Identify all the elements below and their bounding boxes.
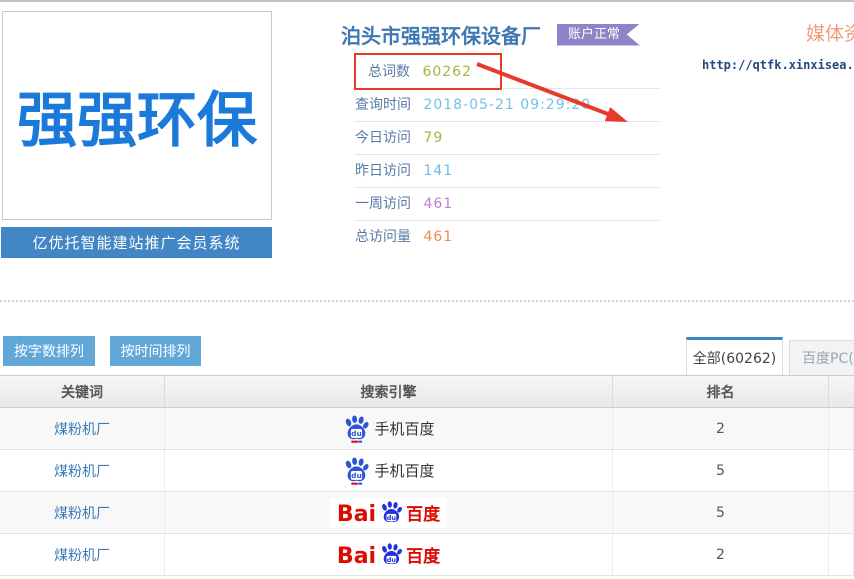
rank-value: 5 xyxy=(613,450,829,491)
company-header: 泊头市强强环保设备厂 账户正常 xyxy=(341,20,640,49)
tab-baidu-pc[interactable]: 百度PC(30 xyxy=(789,340,854,375)
engine-name: 手机百度 xyxy=(374,460,434,481)
baidu-logo-icon: Bai du 百度 xyxy=(330,540,447,570)
member-system-label: 亿优托智能建站推广会员系统 xyxy=(32,232,240,253)
company-logo-text: 强强环保 xyxy=(17,72,257,159)
stat-label: 查询时间 xyxy=(355,89,419,121)
stat-value: 461 xyxy=(423,196,453,212)
stat-label: 总词数 xyxy=(368,56,418,88)
stats-panel: 总词数 60262 查询时间 2018-05-21 09:29:20 今日访问 … xyxy=(355,56,660,253)
sort-by-words-button[interactable]: 按字数排列 xyxy=(3,336,95,366)
baidu-mobile-icon: du xyxy=(342,456,370,486)
baidu-paw-icon: du xyxy=(378,542,404,568)
search-engine-cell: Bai du 百度 xyxy=(165,534,613,575)
account-status-badge: 账户正常 xyxy=(557,24,640,46)
stat-label: 一周访问 xyxy=(355,188,419,220)
baidu-logo-icon: Bai du 百度 xyxy=(330,498,447,528)
page-top-border xyxy=(0,0,854,2)
stat-value: 2018-05-21 09:29:20 xyxy=(423,97,591,113)
stat-row-today-visits: 今日访问 79 xyxy=(355,122,660,155)
company-logo: 强强环保 xyxy=(2,11,272,220)
rank-value: 5 xyxy=(613,492,829,533)
table-header-rank: 排名 xyxy=(613,376,829,407)
stat-row-week-visits: 一周访问 461 xyxy=(355,188,660,221)
stat-value: 461 xyxy=(423,229,453,245)
section-divider xyxy=(0,300,854,302)
table-header-extra xyxy=(829,376,854,407)
baidu-mobile-icon: du xyxy=(342,414,370,444)
stat-row-total-words: 总词数 60262 xyxy=(355,56,660,89)
svg-text:du: du xyxy=(352,471,363,480)
search-engine-cell: du 手机百度 xyxy=(165,408,613,449)
stat-label: 今日访问 xyxy=(355,122,419,154)
engine-name: 手机百度 xyxy=(374,418,434,439)
keyword-link[interactable]: 煤粉机厂 xyxy=(54,419,110,439)
member-system-bar: 亿优托智能建站推广会员系统 xyxy=(1,227,272,258)
table-header-engine: 搜索引擎 xyxy=(165,376,613,407)
search-engine-cell: Bai du 百度 xyxy=(165,492,613,533)
stat-value: 141 xyxy=(423,163,453,179)
stat-label: 总访问量 xyxy=(355,221,419,253)
stat-row-query-time: 查询时间 2018-05-21 09:29:20 xyxy=(355,89,660,122)
baidu-paw-icon: du xyxy=(378,500,404,526)
keyword-link[interactable]: 煤粉机厂 xyxy=(54,503,110,523)
rank-value: 2 xyxy=(613,534,829,575)
table-row: 煤粉机厂 Bai du 百度 5 xyxy=(0,492,854,534)
stat-label: 昨日访问 xyxy=(355,155,419,187)
table-row: 煤粉机厂 Bai du 百度 2 xyxy=(0,534,854,576)
keyword-link[interactable]: 煤粉机厂 xyxy=(54,545,110,565)
company-name: 泊头市强强环保设备厂 xyxy=(341,20,541,49)
keyword-link[interactable]: 煤粉机厂 xyxy=(54,461,110,481)
sort-by-time-button[interactable]: 按时间排列 xyxy=(110,336,201,366)
table-row: 煤粉机厂 du 手机百度 5 xyxy=(0,450,854,492)
stat-row-total-visits: 总访问量 461 xyxy=(355,221,660,253)
keyword-ranking-table: 关键词 搜索引擎 排名 煤粉机厂 du 手机百度 xyxy=(0,375,854,576)
stat-row-yesterday-visits: 昨日访问 141 xyxy=(355,155,660,188)
rank-value: 2 xyxy=(613,408,829,449)
table-row: 煤粉机厂 du 手机百度 2 xyxy=(0,408,854,450)
svg-text:du: du xyxy=(387,513,397,521)
svg-text:du: du xyxy=(352,429,363,438)
stat-value: 79 xyxy=(423,130,443,146)
table-header-row: 关键词 搜索引擎 排名 xyxy=(0,375,854,408)
svg-text:du: du xyxy=(387,555,397,563)
stat-value: 60262 xyxy=(422,64,472,80)
tab-all[interactable]: 全部(60262) xyxy=(686,337,783,375)
media-section-title: 媒体资源 xyxy=(806,19,854,46)
table-header-keyword: 关键词 xyxy=(0,376,165,407)
site-url-link[interactable]: http://qtfk.xinxisea. xyxy=(702,58,854,72)
search-engine-cell: du 手机百度 xyxy=(165,450,613,491)
